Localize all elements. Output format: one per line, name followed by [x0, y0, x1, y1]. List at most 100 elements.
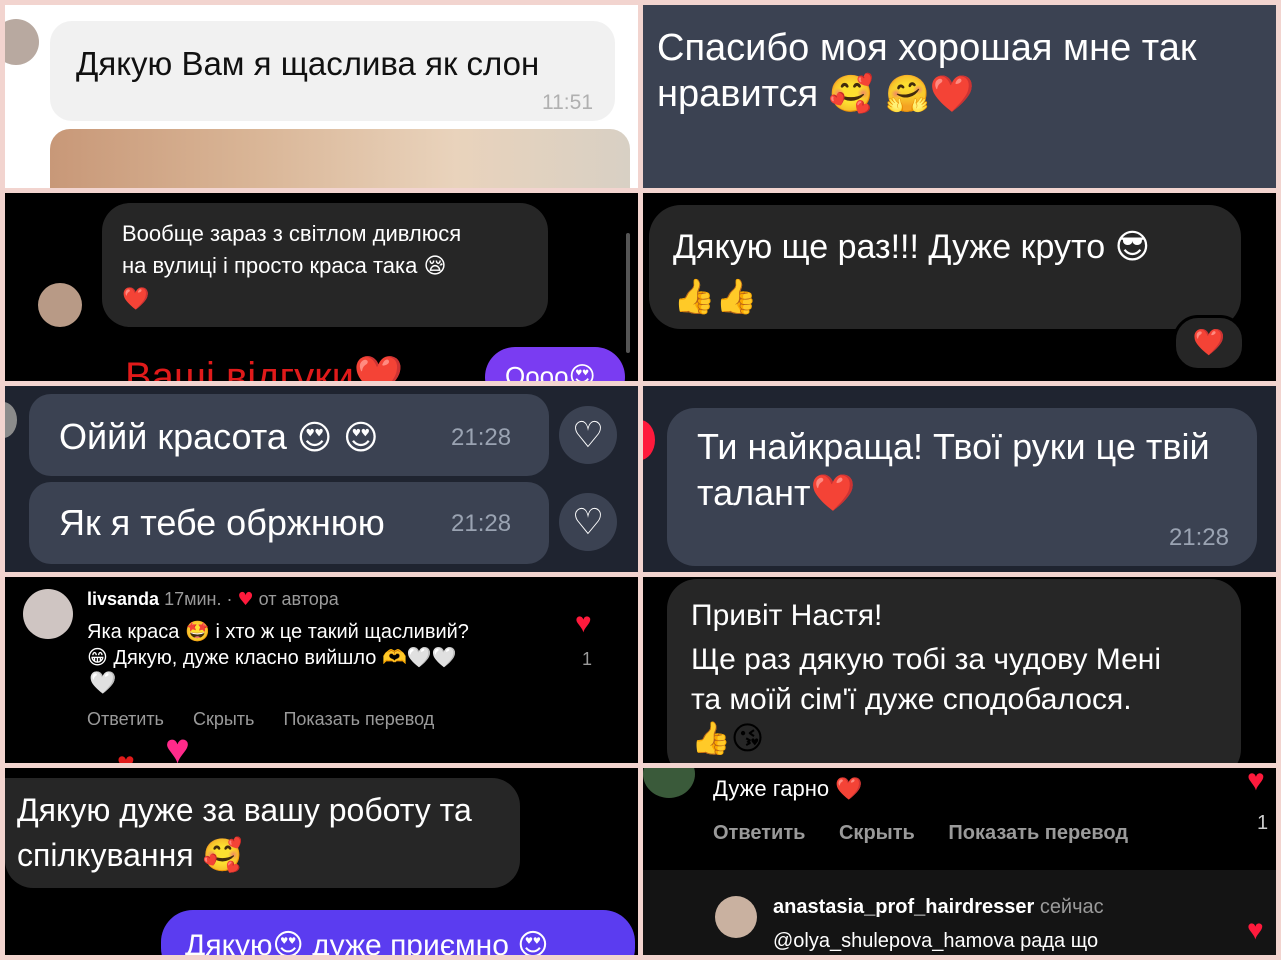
scrollbar[interactable] [626, 233, 630, 353]
message-time: 21:28 [1168, 524, 1229, 551]
message-text: нравится [657, 73, 819, 115]
message-text: спілкування [17, 837, 194, 873]
avatar[interactable] [38, 283, 82, 327]
panel-9: Дякую дуже за вашу роботу та спілкування… [5, 768, 638, 955]
comment-text: Дякую, дуже класно вийшло [113, 647, 377, 669]
message-time: 21:28 [451, 510, 512, 537]
message-text: Дякую ще раз!!! Дуже круто [673, 228, 1106, 266]
message-line-1: Дякую ще раз!!! Дуже круто 😎 [673, 227, 1150, 267]
message-text: талант [697, 472, 811, 513]
sunglasses-icon: 😎 [1114, 227, 1151, 267]
sent-message-bubble[interactable]: Оооо😍 [485, 347, 625, 381]
message-bubble[interactable]: Дякую дуже за вашу роботу та спілкування… [5, 778, 520, 888]
message-bubble[interactable]: Привіт Настя! Ще раз дякую тобі за чудов… [667, 579, 1241, 763]
reply-text: @olya_shulepova_hamova рада що [773, 930, 1099, 952]
avatar[interactable] [5, 19, 39, 65]
heart-outline-icon: ♡ [571, 414, 605, 455]
floating-heart-icon: ♥ [117, 747, 135, 763]
grinning-icon: 😁 [87, 645, 108, 669]
comment-actions: Ответить Скрыть Показать перевод [713, 822, 1128, 845]
message-bubble[interactable]: Дякую Вам я щаслива як слон 11:51 [50, 21, 615, 121]
comment-line-2: 😁 Дякую, дуже класно вийшло 🫶🤍🤍 [87, 645, 457, 670]
message-bubble[interactable]: Дякую ще раз!!! Дуже круто 😎 👍👍 [649, 205, 1241, 329]
avatar[interactable] [643, 768, 695, 798]
message-line-2: на вулиці і просто краса така 😪 [122, 253, 446, 279]
message-text: Дякую Вам я щаслива як слон [76, 45, 540, 82]
message-text: на вулиці і просто краса така [122, 253, 418, 278]
comment-time: 17мин. · [164, 589, 233, 609]
author-label: от автора [258, 589, 339, 609]
panel-1: Дякую Вам я щаслива як слон 11:51 [5, 5, 638, 188]
message-bubble[interactable]: Оййй красота 😍 😍 21:28 [29, 394, 549, 476]
message-line-1: Ти найкраща! Твої руки це твій [697, 426, 1210, 467]
comment-text: Дуже гарно [713, 776, 830, 801]
username[interactable]: livsanda [87, 589, 159, 609]
heart-eyes-icon: 😍 😍 [296, 418, 379, 458]
message-bubble[interactable]: Вообще зараз з світлом дивлюся на вулиці… [102, 203, 548, 327]
message-line: Оййй красота 😍 😍 [59, 416, 379, 458]
message-text: Оооо😍 [505, 361, 596, 381]
heart-icon: ❤️ [835, 777, 863, 802]
reaction-heart-partial [643, 420, 655, 460]
comment-line-1: Яка краса 🤩 і хто ж це такий щасливий? [87, 619, 469, 644]
comment-actions: Ответить Скрыть Показать перевод [87, 709, 434, 730]
comment-time: сейчас [1039, 896, 1104, 918]
message-line-2: спілкування 🥰 [17, 836, 242, 874]
comment-text: і хто ж це такий щасливий? [215, 621, 469, 643]
like-count: 1 [1257, 812, 1269, 834]
thumbs-up-kiss-icon: 👍😘 [691, 719, 765, 757]
heart-icon: ♥ [237, 589, 254, 610]
avatar[interactable] [715, 896, 757, 938]
message-line-2: талант❤️ [697, 472, 855, 514]
message-text: Дякую😍 дуже приємно 😍 [185, 929, 549, 955]
translate-button[interactable]: Показать перевод [948, 822, 1128, 844]
heart-hands-icon: 🫶🤍🤍 [381, 645, 457, 669]
like-heart-icon[interactable]: ♥ [1247, 914, 1264, 946]
avatar[interactable] [5, 402, 17, 438]
like-heart-icon[interactable]: ♥ [575, 607, 592, 639]
message-line-1: Дякую дуже за вашу роботу та [17, 792, 472, 828]
message-line-2: нравится 🥰 🤗❤️ [657, 73, 975, 116]
like-button[interactable]: ♡ [559, 493, 617, 551]
smiling-hearts-icon: 🥰 [202, 836, 243, 874]
message-text: Оййй красота [59, 416, 287, 457]
panel-4: Дякую ще раз!!! Дуже круто 😎 👍👍 ❤️ [643, 193, 1276, 381]
message-line-2: Ще раз дякую тобі за чудову Мені [691, 643, 1162, 676]
heart-icon: ❤️ [122, 287, 150, 312]
message-bubble[interactable]: Як я тебе обржнюю 21:28 [29, 482, 549, 564]
message-time: 21:28 [451, 424, 512, 451]
star-struck-icon: 🤩 [185, 619, 210, 643]
message-line-3: та моїй сім'ї дуже сподобалося. [691, 683, 1132, 716]
username[interactable]: anastasia_prof_hairdresser [773, 896, 1034, 918]
white-heart-icon: 🤍 [89, 671, 117, 696]
like-button[interactable]: ♡ [559, 406, 617, 464]
reply-button[interactable]: Ответить [713, 822, 805, 844]
sent-message-bubble[interactable]: Дякую😍 дуже приємно 😍 [161, 910, 635, 955]
heart-icon: ❤️ [1192, 328, 1226, 358]
message-bubble[interactable]: Ти найкраща! Твої руки це твій талант❤️ … [667, 408, 1257, 566]
panel-6: Ти найкраща! Твої руки це твій талант❤️ … [643, 386, 1276, 572]
hide-button[interactable]: Скрыть [193, 709, 254, 729]
message-time: 11:51 [542, 91, 593, 114]
panel-8: Привіт Настя! Ще раз дякую тобі за чудов… [643, 577, 1276, 763]
like-heart-icon[interactable]: ♥ [1247, 768, 1265, 798]
thumbs-up-icon: 👍👍 [673, 277, 758, 317]
heart-outline-icon: ♡ [571, 501, 605, 542]
avatar[interactable] [23, 589, 73, 639]
reply-button[interactable]: Ответить [87, 709, 164, 729]
comment-text: Яка краса [87, 621, 180, 643]
panel-7: livsanda 17мин. · ♥ от автора Яка краса … [5, 577, 638, 763]
heart-icon: ❤️ [810, 473, 856, 514]
reaction-badge[interactable]: ❤️ [1173, 315, 1245, 371]
photo-preview[interactable] [50, 129, 630, 188]
panel-10: Дуже гарно ❤️ Ответить Скрыть Показать п… [643, 768, 1276, 955]
floating-heart-icon: ♥ [165, 725, 190, 763]
comment-line: Дуже гарно ❤️ [713, 776, 863, 802]
message-line-1: Спасибо моя хорошая мне так [657, 27, 1197, 69]
hide-button[interactable]: Скрыть [839, 822, 915, 844]
panel-5: Оййй красота 😍 😍 21:28 ♡ Як я тебе обржн… [5, 386, 638, 572]
emoji-icon: 🥰 🤗❤️ [828, 74, 975, 115]
translate-button[interactable]: Показать перевод [283, 709, 434, 729]
like-count: 1 [582, 649, 593, 669]
message-line-1: Вообще зараз з світлом дивлюся [122, 221, 462, 246]
